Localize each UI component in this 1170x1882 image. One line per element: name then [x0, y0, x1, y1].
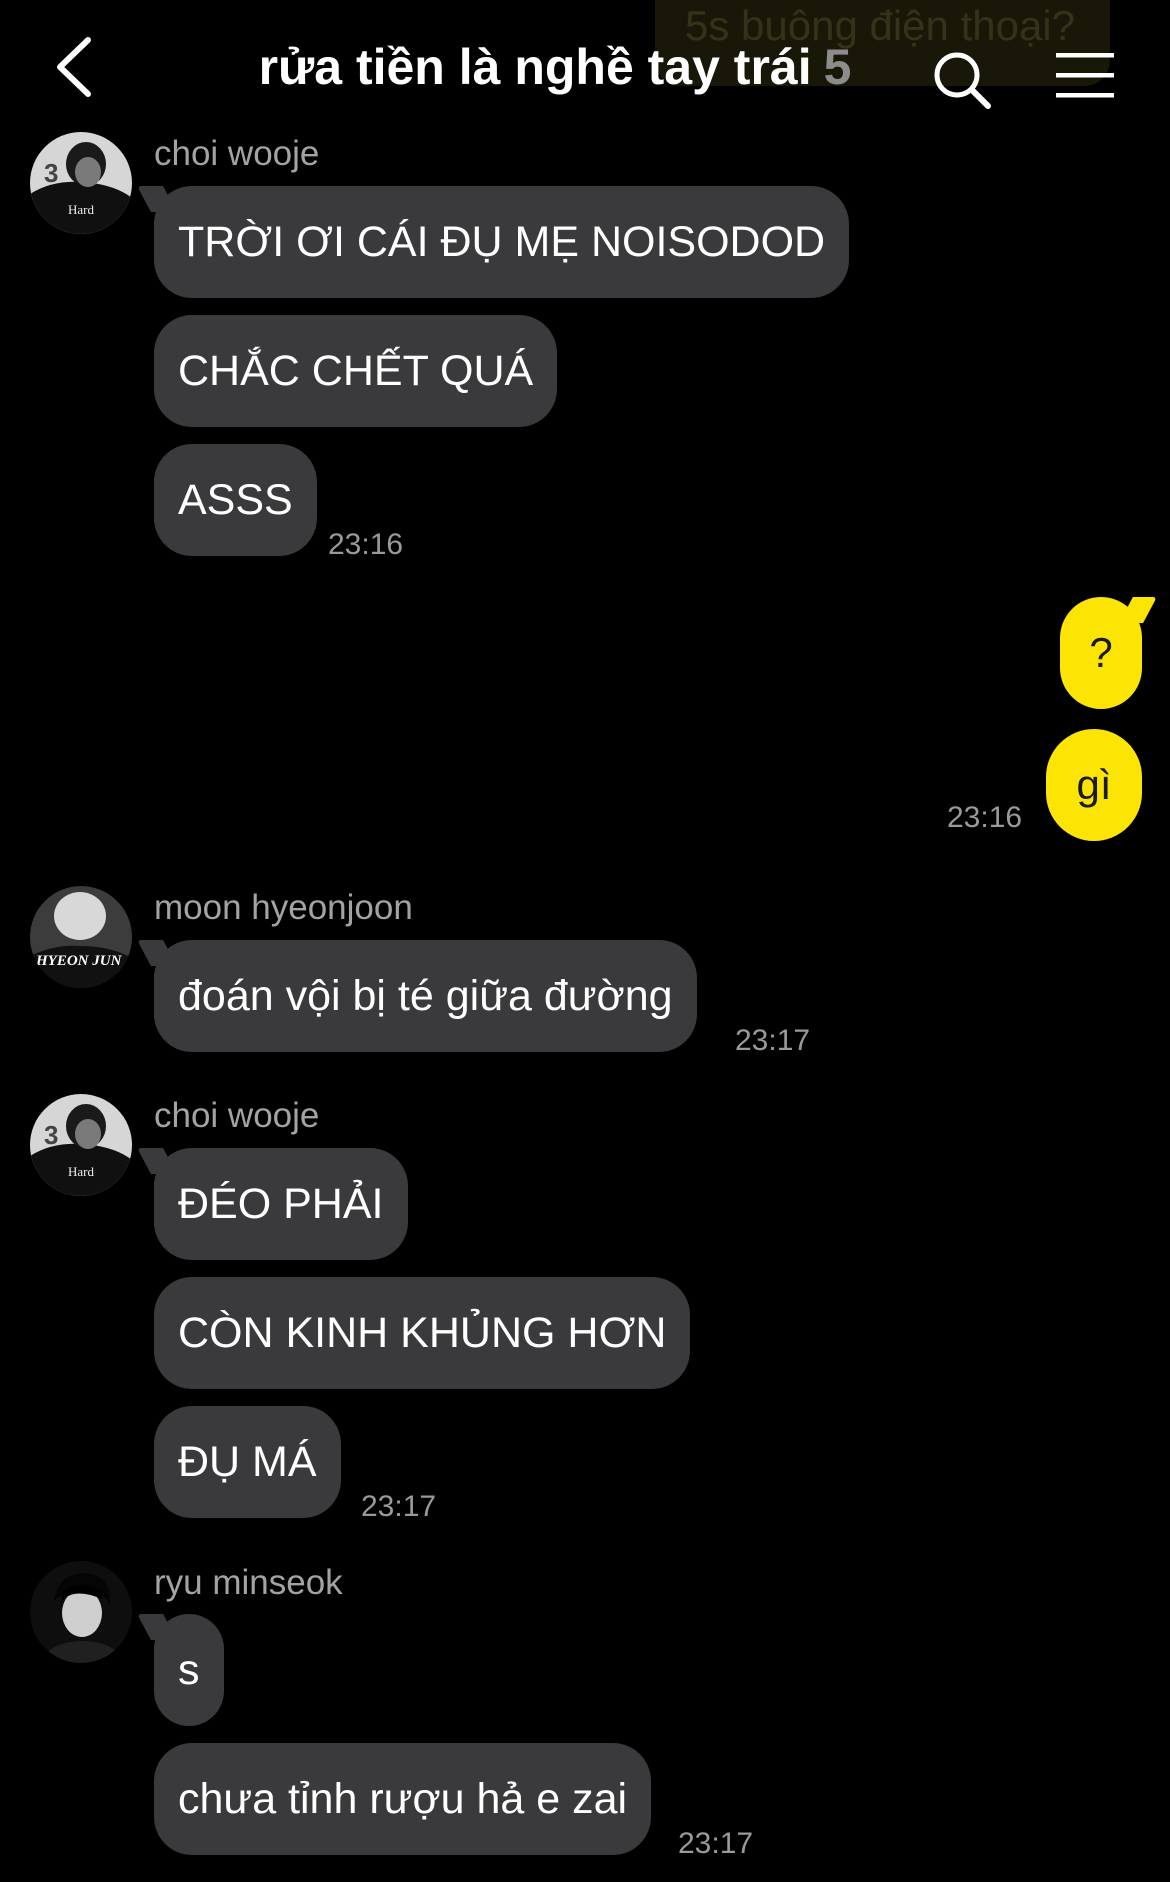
chat-title: rửa tiền là nghề tay trái [258, 39, 812, 95]
profile-photo-icon: 3 Hard [30, 132, 132, 234]
profile-photo-icon: HYEON JUN [30, 886, 132, 988]
message-timestamp: 23:17 [735, 1024, 811, 1057]
svg-text:Hard: Hard [68, 1164, 94, 1179]
member-count: 5 [823, 39, 852, 95]
message-timestamp: 23:17 [678, 1827, 754, 1860]
sender-name: choi wooje [154, 134, 320, 173]
back-button[interactable] [48, 34, 108, 98]
profile-photo-icon: 3 Hard [30, 1094, 132, 1196]
sender-name: ryu minseok [154, 1563, 343, 1602]
chat-header: rửa tiền là nghề tay trái 5 [0, 0, 1170, 130]
avatar-choi-wooje[interactable]: 3 Hard [30, 132, 132, 234]
message-bubble[interactable]: ASSS [154, 444, 317, 556]
sender-name: moon hyeonjoon [154, 888, 413, 927]
avatar-ryu-minseok[interactable] [30, 1561, 132, 1663]
profile-photo-icon [30, 1561, 132, 1663]
message-bubble[interactable]: chưa tỉnh rượu hả e zai [154, 1743, 652, 1855]
hamburger-menu-icon [1056, 53, 1114, 98]
message-bubble[interactable]: đoán vội bị té giữa đường [154, 940, 697, 1052]
message-timestamp: 23:16 [328, 528, 404, 561]
svg-text:3: 3 [44, 1120, 58, 1150]
search-icon [934, 52, 991, 109]
sender-name: choi wooje [154, 1096, 320, 1135]
avatar-moon-hyeonjoon[interactable]: HYEON JUN [30, 886, 132, 988]
svg-text:3: 3 [44, 158, 58, 188]
message-bubble[interactable]: s [154, 1614, 224, 1726]
message-bubble[interactable]: TRỜI ƠI CÁI ĐỤ MẸ NOISODOD [154, 186, 850, 298]
message-bubble[interactable]: ĐÉO PHẢI [154, 1148, 408, 1260]
message-bubble[interactable]: CÒN KINH KHỦNG HƠN [154, 1277, 691, 1389]
avatar-choi-wooje[interactable]: 3 Hard [30, 1094, 132, 1196]
my-message-bubble[interactable]: gì [1046, 729, 1142, 841]
search-button[interactable] [930, 48, 994, 112]
message-bubble[interactable]: ĐỤ MÁ [154, 1406, 341, 1518]
menu-button[interactable] [1054, 50, 1116, 100]
svg-text:Hard: Hard [68, 202, 94, 217]
chevron-left-icon [57, 37, 91, 97]
jersey-name-text: HYEON JUN [35, 953, 123, 969]
message-timestamp: 23:16 [947, 801, 1023, 834]
chat-screen: 5s buông điện thoại? rửa tiền là nghề ta… [0, 0, 1170, 1882]
message-bubble[interactable]: CHẮC CHẾT QUÁ [154, 315, 558, 427]
my-message-bubble[interactable]: ? [1060, 597, 1142, 709]
chat-title-area[interactable]: rửa tiền là nghề tay trái 5 [230, 38, 880, 98]
message-timestamp: 23:17 [361, 1490, 437, 1523]
